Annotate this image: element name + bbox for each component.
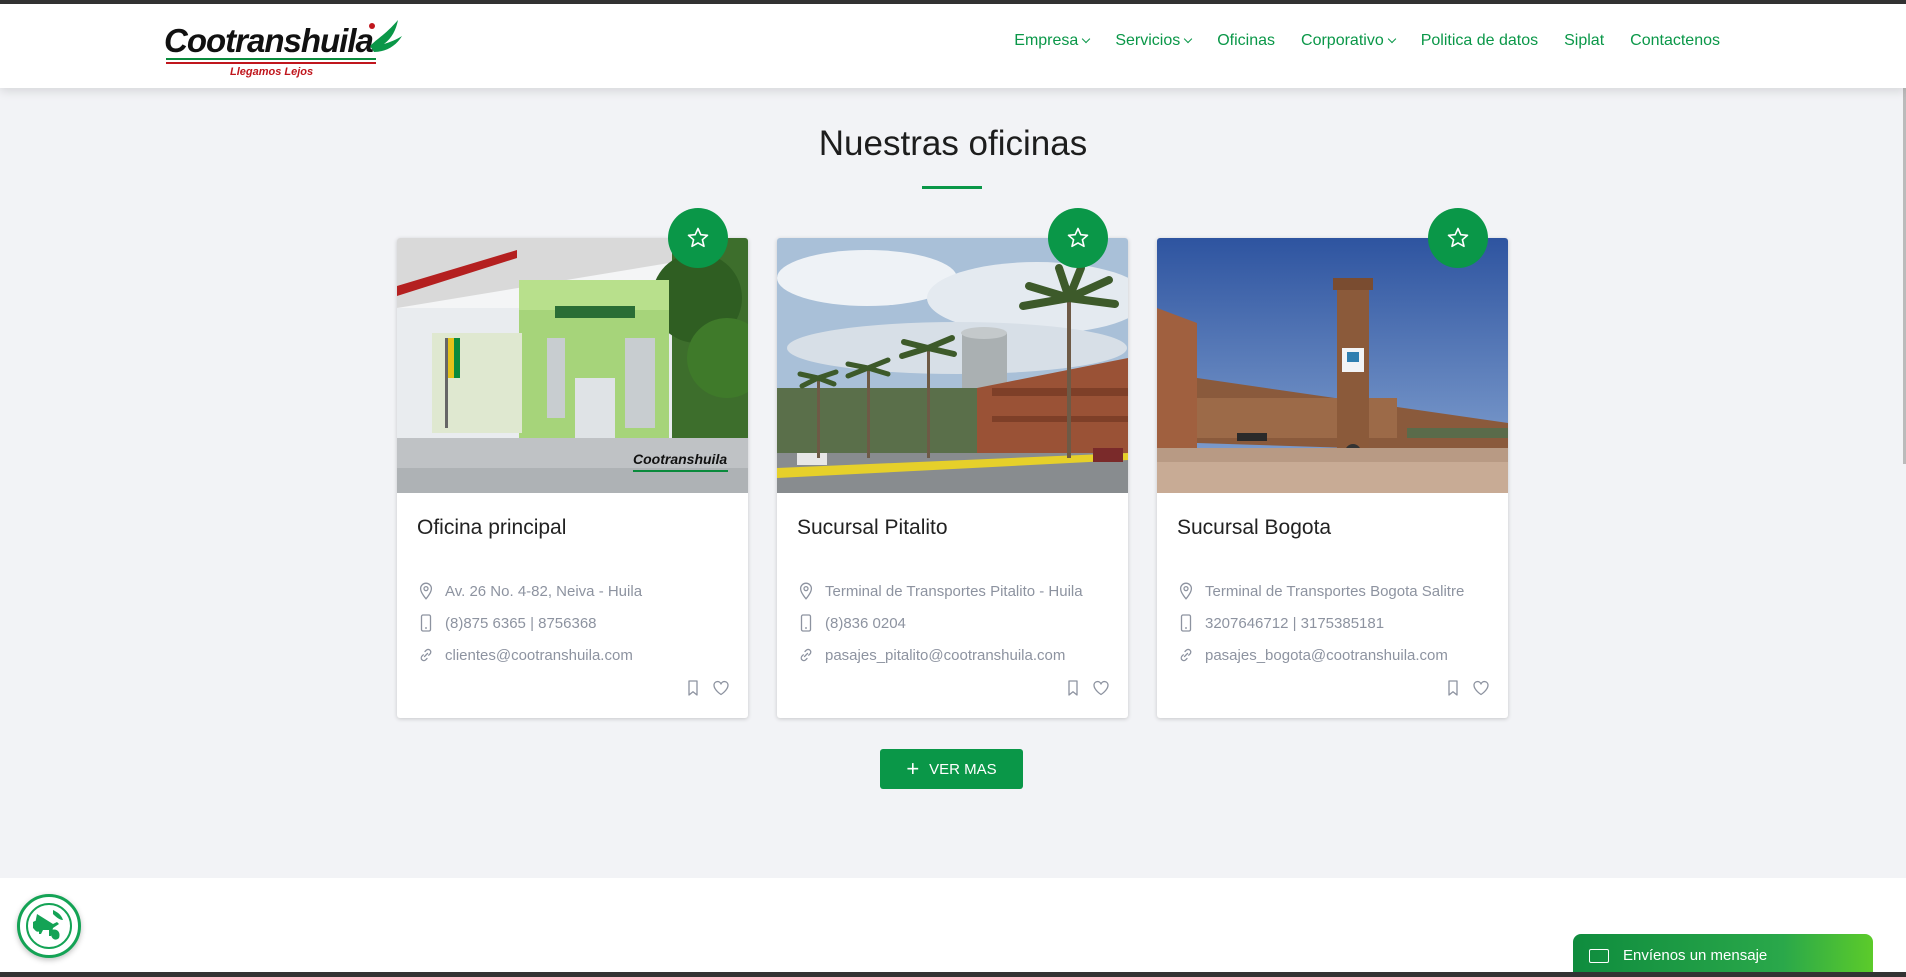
chevron-down-icon — [1082, 34, 1091, 44]
heart-icon[interactable] — [712, 679, 730, 702]
nav-item-servicios[interactable]: Servicios — [1115, 32, 1193, 50]
chevron-down-icon — [1387, 34, 1396, 44]
office-title: Sucursal Bogota — [1177, 516, 1332, 539]
globe-travel-icon[interactable] — [17, 894, 81, 958]
section-title: Nuestras oficinas — [818, 124, 1088, 163]
site-header: Cootranshuila Llegamos Lejos Empresa Ser… — [0, 4, 1906, 88]
nav-item-politica-de-datos[interactable]: Politica de datos — [1421, 32, 1538, 50]
office-address: Terminal de Transportes Pitalito - Huila — [797, 582, 1083, 600]
bookmark-icon[interactable] — [1446, 679, 1460, 702]
phone-text: 3207646712 | 3175385181 — [1205, 614, 1385, 632]
nav-item-corporativo[interactable]: Corporativo — [1301, 32, 1396, 50]
card-actions — [686, 679, 730, 702]
phone-text: (8)836 0204 — [825, 614, 906, 632]
heart-icon[interactable] — [1092, 679, 1110, 702]
email-link[interactable]: pasajes_pitalito@cootranshuila.com — [825, 647, 1065, 664]
address-text: Terminal de Transportes Bogota Salitre — [1205, 582, 1465, 600]
envelope-icon — [1589, 948, 1609, 963]
card-actions — [1066, 679, 1110, 702]
phone-icon — [1177, 614, 1195, 632]
brand-name: Cootranshuila — [164, 22, 374, 59]
office-title: Oficina principal — [417, 516, 567, 539]
email-link[interactable]: pasajes_bogota@cootranshuila.com — [1205, 647, 1448, 664]
office-email: clientes@cootranshuila.com — [417, 646, 633, 664]
logo-stripe-green — [166, 58, 376, 60]
nav-label: Contactenos — [1630, 32, 1720, 49]
bottom-border — [0, 972, 1906, 977]
link-icon — [1177, 646, 1195, 664]
office-address: Av. 26 No. 4-82, Neiva - Huila — [417, 582, 642, 600]
ver-mas-label: VER MAS — [929, 760, 997, 778]
star-icon[interactable] — [1428, 208, 1488, 268]
nav-label: Oficinas — [1217, 32, 1276, 49]
office-photo — [777, 238, 1128, 493]
location-pin-icon — [797, 582, 815, 600]
star-icon[interactable] — [1048, 208, 1108, 268]
link-icon — [797, 646, 815, 664]
office-photo — [1157, 238, 1508, 493]
office-card: Sucursal Bogota Terminal de Transportes … — [1157, 208, 1508, 718]
chat-message-button[interactable]: Envíenos un mensaje — [1573, 934, 1873, 977]
heart-icon[interactable] — [1472, 679, 1490, 702]
bird-logo-icon — [369, 20, 402, 52]
office-phone: (8)875 6365 | 8756368 — [417, 614, 597, 632]
office-title: Sucursal Pitalito — [797, 516, 948, 539]
main-nav: Empresa Servicios Oficinas Corporativo P… — [988, 32, 1720, 50]
card-actions — [1446, 679, 1490, 702]
phone-icon — [797, 614, 815, 632]
nav-label: Politica de datos — [1420, 32, 1539, 49]
brand-logo[interactable]: Cootranshuila Llegamos Lejos — [164, 16, 404, 78]
office-address: Terminal de Transportes Bogota Salitre — [1177, 582, 1464, 600]
email-link[interactable]: clientes@cootranshuila.com — [445, 647, 633, 664]
phone-icon — [417, 614, 435, 632]
office-card: Sucursal Pitalito Terminal de Transporte… — [777, 208, 1128, 718]
bookmark-icon[interactable] — [1066, 679, 1080, 702]
office-email: pasajes_pitalito@cootranshuila.com — [797, 646, 1065, 664]
address-text: Av. 26 No. 4-82, Neiva - Huila — [445, 582, 643, 600]
photo-sign: Cootranshuila — [633, 451, 727, 467]
office-email: pasajes_bogota@cootranshuila.com — [1177, 646, 1448, 664]
nav-item-contactenos[interactable]: Contactenos — [1630, 32, 1720, 50]
nav-label: Servicios — [1115, 32, 1181, 49]
chat-label: Envíenos un mensaje — [1623, 947, 1768, 964]
chevron-down-icon — [1183, 34, 1193, 44]
logo-stripe-red — [166, 62, 376, 64]
link-icon — [417, 646, 435, 664]
star-icon[interactable] — [668, 208, 728, 268]
brand-tagline: Llegamos Lejos — [230, 66, 314, 78]
title-underline — [922, 186, 982, 189]
office-phone: (8)836 0204 — [797, 614, 906, 632]
ver-mas-button[interactable]: + VER MAS — [880, 749, 1023, 789]
office-phone: 3207646712 | 3175385181 — [1177, 614, 1384, 632]
plus-icon: + — [906, 756, 920, 781]
nav-label: Corporativo — [1301, 32, 1384, 49]
nav-item-siplat[interactable]: Siplat — [1564, 32, 1604, 50]
office-card: Cootranshuila Oficina principal Av. 26 N… — [397, 208, 748, 718]
location-pin-icon — [1177, 582, 1195, 600]
address-text: Terminal de Transportes Pitalito - Huila — [825, 582, 1083, 600]
nav-label: Siplat — [1564, 32, 1605, 49]
nav-label: Empresa — [1014, 32, 1079, 49]
nav-item-empresa[interactable]: Empresa — [1014, 32, 1091, 50]
bookmark-icon[interactable] — [686, 679, 700, 702]
office-photo: Cootranshuila — [397, 238, 748, 493]
phone-text: (8)875 6365 | 8756368 — [445, 614, 597, 632]
location-pin-icon — [417, 582, 435, 600]
nav-item-oficinas[interactable]: Oficinas — [1217, 32, 1275, 50]
